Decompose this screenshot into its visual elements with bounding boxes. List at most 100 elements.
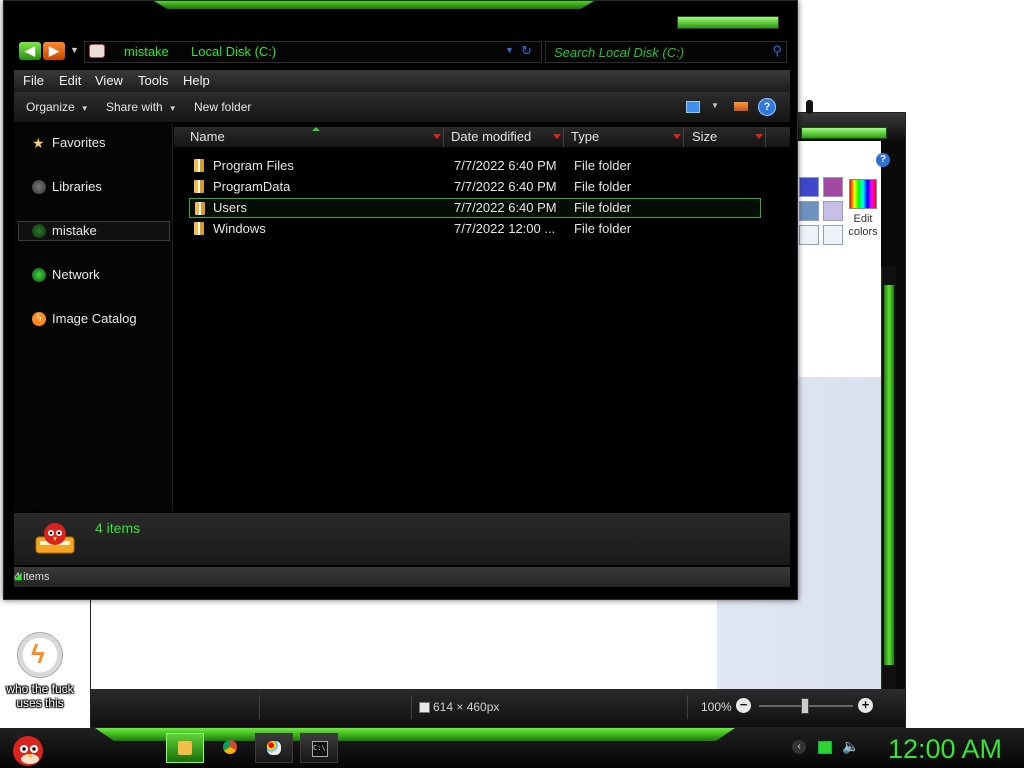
file-date: 7/7/2022 6:40 PM — [454, 200, 557, 215]
color-swatch[interactable] — [823, 201, 843, 221]
status-separator — [411, 695, 412, 719]
zoom-out-button[interactable]: − — [736, 698, 751, 713]
view-options-chevron-icon[interactable]: ▼ — [711, 101, 719, 110]
file-date: 7/7/2022 12:00 ... — [454, 221, 556, 236]
file-name: Program Files — [213, 158, 294, 173]
column-filter-icon[interactable] — [755, 134, 763, 139]
paint-vertical-scrollbar[interactable] — [881, 267, 896, 689]
zoom-in-button[interactable]: + — [858, 698, 873, 713]
file-name: Users — [213, 200, 247, 215]
desktop-shortcut[interactable]: ϟ who the fuck uses this — [0, 630, 80, 718]
forward-arrow-icon[interactable]: ▶ — [43, 42, 65, 60]
zoom-slider[interactable] — [759, 698, 853, 714]
column-header-size[interactable]: Size — [688, 127, 766, 147]
folder-icon — [195, 202, 205, 215]
file-type: File folder — [574, 179, 632, 194]
nav-item-label: Image Catalog — [52, 311, 137, 326]
color-swatch[interactable] — [799, 201, 819, 221]
edit-colors-button[interactable]: Edit colors — [841, 179, 885, 239]
chevron-down-icon: ▼ — [168, 104, 177, 113]
zoom-slider-knob[interactable] — [801, 698, 809, 714]
search-icon[interactable]: ⚲ — [772, 43, 782, 59]
taskbar-cmd[interactable]: C:\ — [300, 733, 338, 763]
angry-bird-drive-icon — [35, 523, 75, 554]
angry-bird-start-icon[interactable] — [6, 729, 46, 767]
image-catalog-icon: ϟ — [32, 312, 46, 326]
search-input[interactable] — [552, 43, 761, 62]
network-icon — [32, 268, 46, 282]
help-icon[interactable]: ? — [758, 98, 776, 116]
column-header-label: Date modified — [451, 129, 532, 144]
share-with-label: Share with — [106, 100, 163, 114]
volume-icon[interactable]: 🔈 — [842, 738, 859, 755]
nav-item-label: mistake — [52, 223, 97, 238]
folder-icon — [194, 180, 204, 193]
recent-pages-chevron-icon[interactable]: ▼ — [70, 45, 79, 55]
color-swatch[interactable] — [823, 225, 843, 245]
search-box[interactable]: ⚲ — [545, 41, 787, 63]
new-folder-button[interactable]: New folder — [194, 100, 251, 114]
taskbar-paint[interactable] — [255, 733, 293, 763]
file-name: ProgramData — [213, 179, 291, 194]
table-row-selected[interactable]: Users 7/7/2022 6:40 PM File folder — [189, 198, 761, 218]
explorer-window: ◀ ▶ ▼ mistake Local Disk (C:) ▼ ↻ ⚲ File… — [3, 0, 798, 600]
column-header-name[interactable]: Name — [186, 127, 444, 147]
user-folder-icon — [89, 44, 105, 58]
menu-help[interactable]: Help — [183, 73, 210, 88]
refresh-icon[interactable]: ↻ — [521, 43, 532, 59]
menu-view[interactable]: View — [95, 73, 123, 88]
paint-icon — [267, 741, 281, 755]
breadcrumb-local-disk[interactable]: Local Disk (C:) — [191, 43, 276, 61]
chrome-icon — [223, 740, 237, 754]
tray-expand-icon[interactable]: ‹ — [792, 740, 806, 754]
color-swatch[interactable] — [823, 177, 843, 197]
chevron-down-icon: ▼ — [80, 104, 89, 113]
folder-icon — [194, 159, 204, 172]
column-header-date-modified[interactable]: Date modified — [447, 127, 564, 147]
color-swatch[interactable] — [799, 225, 819, 245]
file-list: Name Date modified Type Size Program Fil… — [174, 123, 790, 511]
status-separator — [259, 695, 260, 719]
command-bar: Organize ▼ Share with ▼ New folder ▼ ? — [14, 92, 790, 123]
paint-window-controls[interactable] — [801, 127, 887, 139]
network-tray-icon[interactable] — [818, 741, 832, 754]
back-arrow-icon[interactable]: ◀ — [19, 42, 41, 60]
table-row[interactable]: ProgramData 7/7/2022 6:40 PM File folder — [189, 177, 761, 197]
organize-button[interactable]: Organize ▼ — [26, 100, 89, 114]
menu-edit[interactable]: Edit — [59, 73, 81, 88]
color-picker-icon — [849, 179, 877, 209]
share-with-button[interactable]: Share with ▼ — [106, 100, 177, 114]
user-icon — [32, 224, 46, 238]
table-row[interactable]: Windows 7/7/2022 12:00 ... File folder — [189, 219, 761, 239]
menu-file[interactable]: File — [23, 73, 44, 88]
color-swatch[interactable] — [799, 177, 819, 197]
taskbar-chrome[interactable] — [212, 733, 250, 763]
scrollbar-thumb[interactable] — [884, 285, 894, 665]
paint-help-icon[interactable]: ? — [876, 153, 890, 167]
nav-item-label: Network — [52, 267, 100, 282]
column-filter-icon[interactable] — [433, 134, 441, 139]
edit-colors-label-2: colors — [848, 226, 878, 238]
window-controls[interactable] — [677, 16, 779, 29]
table-row[interactable]: Program Files 7/7/2022 6:40 PM File fold… — [189, 156, 761, 176]
column-header-type[interactable]: Type — [567, 127, 684, 147]
lightning-app-icon: ϟ — [17, 632, 63, 678]
address-dropdown-icon[interactable]: ▼ — [505, 45, 514, 55]
column-filter-icon[interactable] — [553, 134, 561, 139]
preview-pane-icon[interactable] — [734, 102, 748, 111]
menu-tools[interactable]: Tools — [138, 73, 168, 88]
resize-grip-icon[interactable]: ◢ — [14, 571, 789, 586]
taskbar-explorer[interactable] — [166, 733, 204, 763]
address-bar[interactable]: mistake Local Disk (C:) ▼ ↻ — [84, 41, 542, 63]
details-pane: 4 items — [14, 513, 790, 565]
breadcrumb-mistake[interactable]: mistake — [124, 43, 169, 61]
taskbar-clock[interactable]: 12:00 AM — [870, 733, 1020, 765]
file-type: File folder — [574, 200, 632, 215]
libraries-icon — [32, 180, 46, 194]
navigation-pane: ★ Favorites Libraries mistake Network ϟ … — [14, 123, 173, 511]
nav-item-label: Libraries — [52, 179, 102, 194]
column-filter-icon[interactable] — [673, 134, 681, 139]
column-header-label: Name — [190, 129, 225, 144]
change-view-icon[interactable] — [686, 101, 700, 113]
edit-colors-label-1: Edit — [853, 213, 873, 225]
